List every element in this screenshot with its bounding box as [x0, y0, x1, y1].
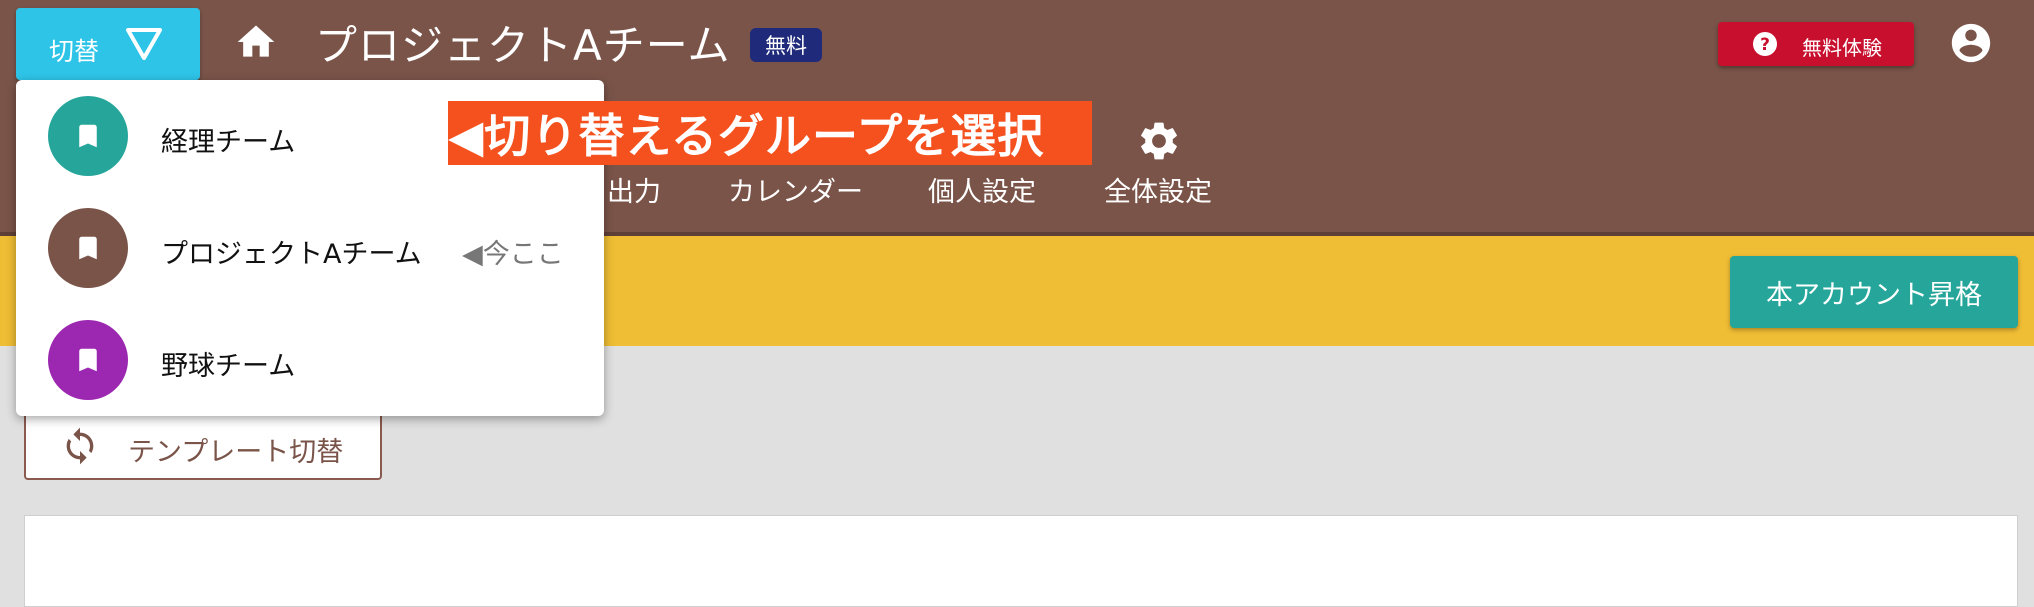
team-avatar: [48, 208, 128, 288]
annotation-callout: ◀切り替えるグループを選択: [448, 101, 1092, 165]
dropdown-item-label: 野球チーム: [161, 351, 296, 382]
help-circle-icon: ?: [1753, 32, 1777, 56]
template-switch-label: テンプレート切替: [128, 437, 344, 468]
nav-item-calendar[interactable]: カレンダー: [728, 170, 863, 209]
nav-item-output[interactable]: 出力: [607, 170, 661, 209]
sync-icon: [66, 427, 94, 465]
home-icon[interactable]: [234, 20, 278, 64]
team-name-title: プロジェクトAチーム: [315, 21, 731, 70]
group-switch-button[interactable]: 切替: [16, 8, 200, 80]
bookmark-icon: [79, 236, 97, 260]
dropdown-item-project-a-team[interactable]: プロジェクトAチーム ◀今ここ: [16, 192, 604, 304]
dropdown-item-label: 経理チーム: [161, 127, 296, 158]
team-avatar: [48, 96, 128, 176]
free-trial-button[interactable]: ? 無料体験: [1718, 22, 1914, 66]
dropdown-item-baseball-team[interactable]: 野球チーム: [16, 304, 604, 416]
nav-item-personal-settings[interactable]: 個人設定: [928, 170, 1036, 209]
current-group-marker: ◀今ここ: [462, 239, 564, 270]
account-circle-icon[interactable]: [1948, 20, 1994, 66]
bookmark-icon: [79, 348, 97, 372]
group-switch-label: 切替: [49, 37, 100, 66]
content-card: [24, 515, 2018, 607]
bookmark-icon: [79, 124, 97, 148]
dropdown-item-label: プロジェクトAチーム: [161, 239, 422, 270]
free-trial-label: 無料体験: [1802, 36, 1882, 60]
svg-text:?: ?: [1760, 35, 1770, 55]
template-switch-button[interactable]: テンプレート切替: [24, 410, 382, 480]
nav-item-global-settings[interactable]: 全体設定: [1104, 170, 1212, 209]
plan-badge: 無料: [750, 28, 822, 62]
gear-icon[interactable]: [1136, 118, 1182, 164]
team-avatar: [48, 320, 128, 400]
upgrade-account-button[interactable]: 本アカウント昇格: [1730, 256, 2018, 328]
triangle-down-icon: [126, 28, 162, 60]
